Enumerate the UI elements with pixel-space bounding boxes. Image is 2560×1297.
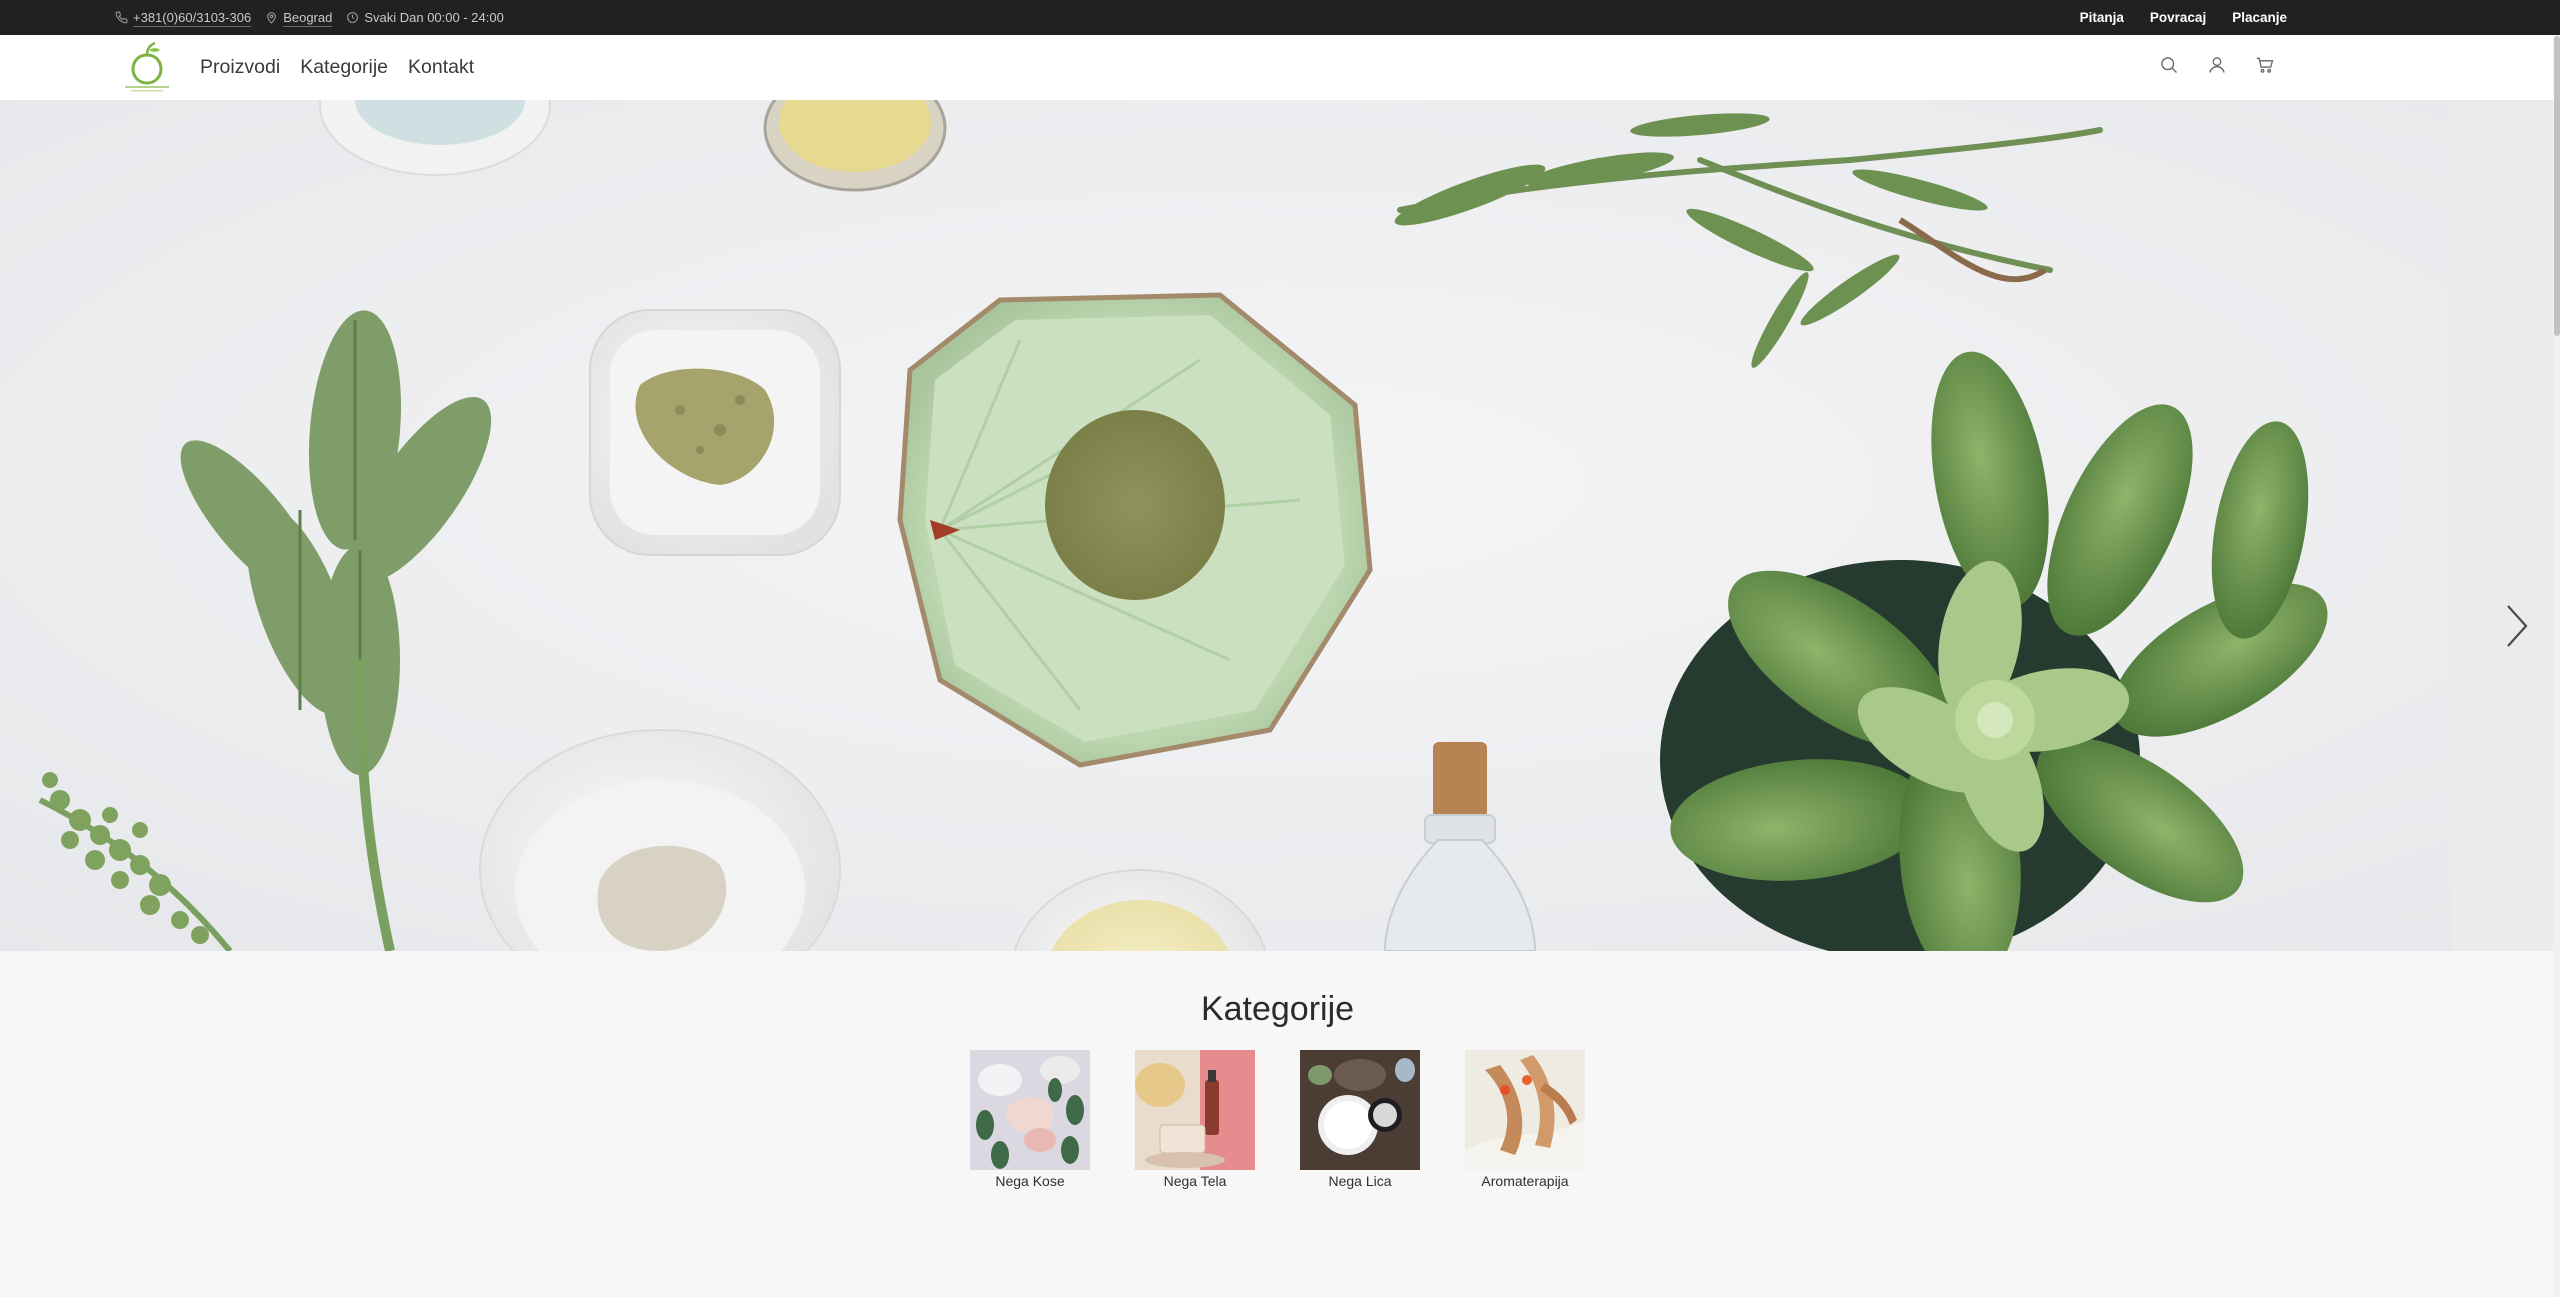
- phone-contact[interactable]: +381(0)60/3103-306: [115, 10, 251, 25]
- category-card-nega-lica[interactable]: Nega Lica: [1300, 1050, 1420, 1189]
- category-card-nega-tela[interactable]: Nega Tela: [1135, 1050, 1255, 1189]
- hours-text: Svaki Dan 00:00 - 24:00: [364, 10, 504, 25]
- category-card-aromaterapija[interactable]: Aromaterapija: [1465, 1050, 1585, 1189]
- search-icon[interactable]: [2159, 55, 2179, 80]
- hero-image: [0, 100, 2555, 951]
- category-card-nega-kose[interactable]: Nega Kose: [970, 1050, 1090, 1189]
- category-label: Nega Kose: [995, 1173, 1065, 1189]
- link-povracaj[interactable]: Povracaj: [2150, 10, 2206, 25]
- category-image: [1135, 1050, 1255, 1170]
- categories-title: Kategorije: [1200, 990, 1355, 1028]
- nav-kategorije[interactable]: Kategorije: [300, 56, 388, 79]
- clock-icon: [347, 12, 359, 23]
- link-pitanja[interactable]: Pitanja: [2080, 10, 2124, 25]
- city-name[interactable]: Beograd: [283, 10, 332, 25]
- category-label: Nega Lica: [1328, 1173, 1392, 1189]
- cart-icon[interactable]: [2255, 55, 2275, 80]
- hero-slider: [0, 100, 2555, 951]
- location-pin-icon: [267, 12, 277, 24]
- main-header: Proizvodi Kategorije Kontakt: [0, 35, 2555, 101]
- brand-logo[interactable]: [119, 41, 175, 93]
- chevron-right-icon[interactable]: [2502, 602, 2532, 650]
- link-placanje[interactable]: Placanje: [2232, 10, 2287, 25]
- location-contact[interactable]: Beograd: [265, 10, 332, 25]
- nav-kontakt[interactable]: Kontakt: [408, 56, 474, 79]
- category-image: [970, 1050, 1090, 1170]
- category-image: [1300, 1050, 1420, 1170]
- user-icon[interactable]: [2207, 55, 2227, 80]
- top-info-bar: +381(0)60/3103-306 Beograd Svaki Dan 00:…: [0, 0, 2560, 35]
- nav-proizvodi[interactable]: Proizvodi: [200, 56, 280, 79]
- category-label: Nega Tela: [1163, 1173, 1227, 1189]
- category-label: Aromaterapija: [1481, 1173, 1569, 1189]
- scrollbar-thumb[interactable]: [2554, 36, 2560, 336]
- categories-grid: Nega Kose Nega Tela Nega Lica Aromaterap…: [0, 1050, 2555, 1200]
- phone-number[interactable]: +381(0)60/3103-306: [133, 10, 251, 25]
- working-hours: Svaki Dan 00:00 - 24:00: [346, 10, 504, 25]
- phone-icon: [115, 11, 128, 24]
- category-image: [1465, 1050, 1585, 1170]
